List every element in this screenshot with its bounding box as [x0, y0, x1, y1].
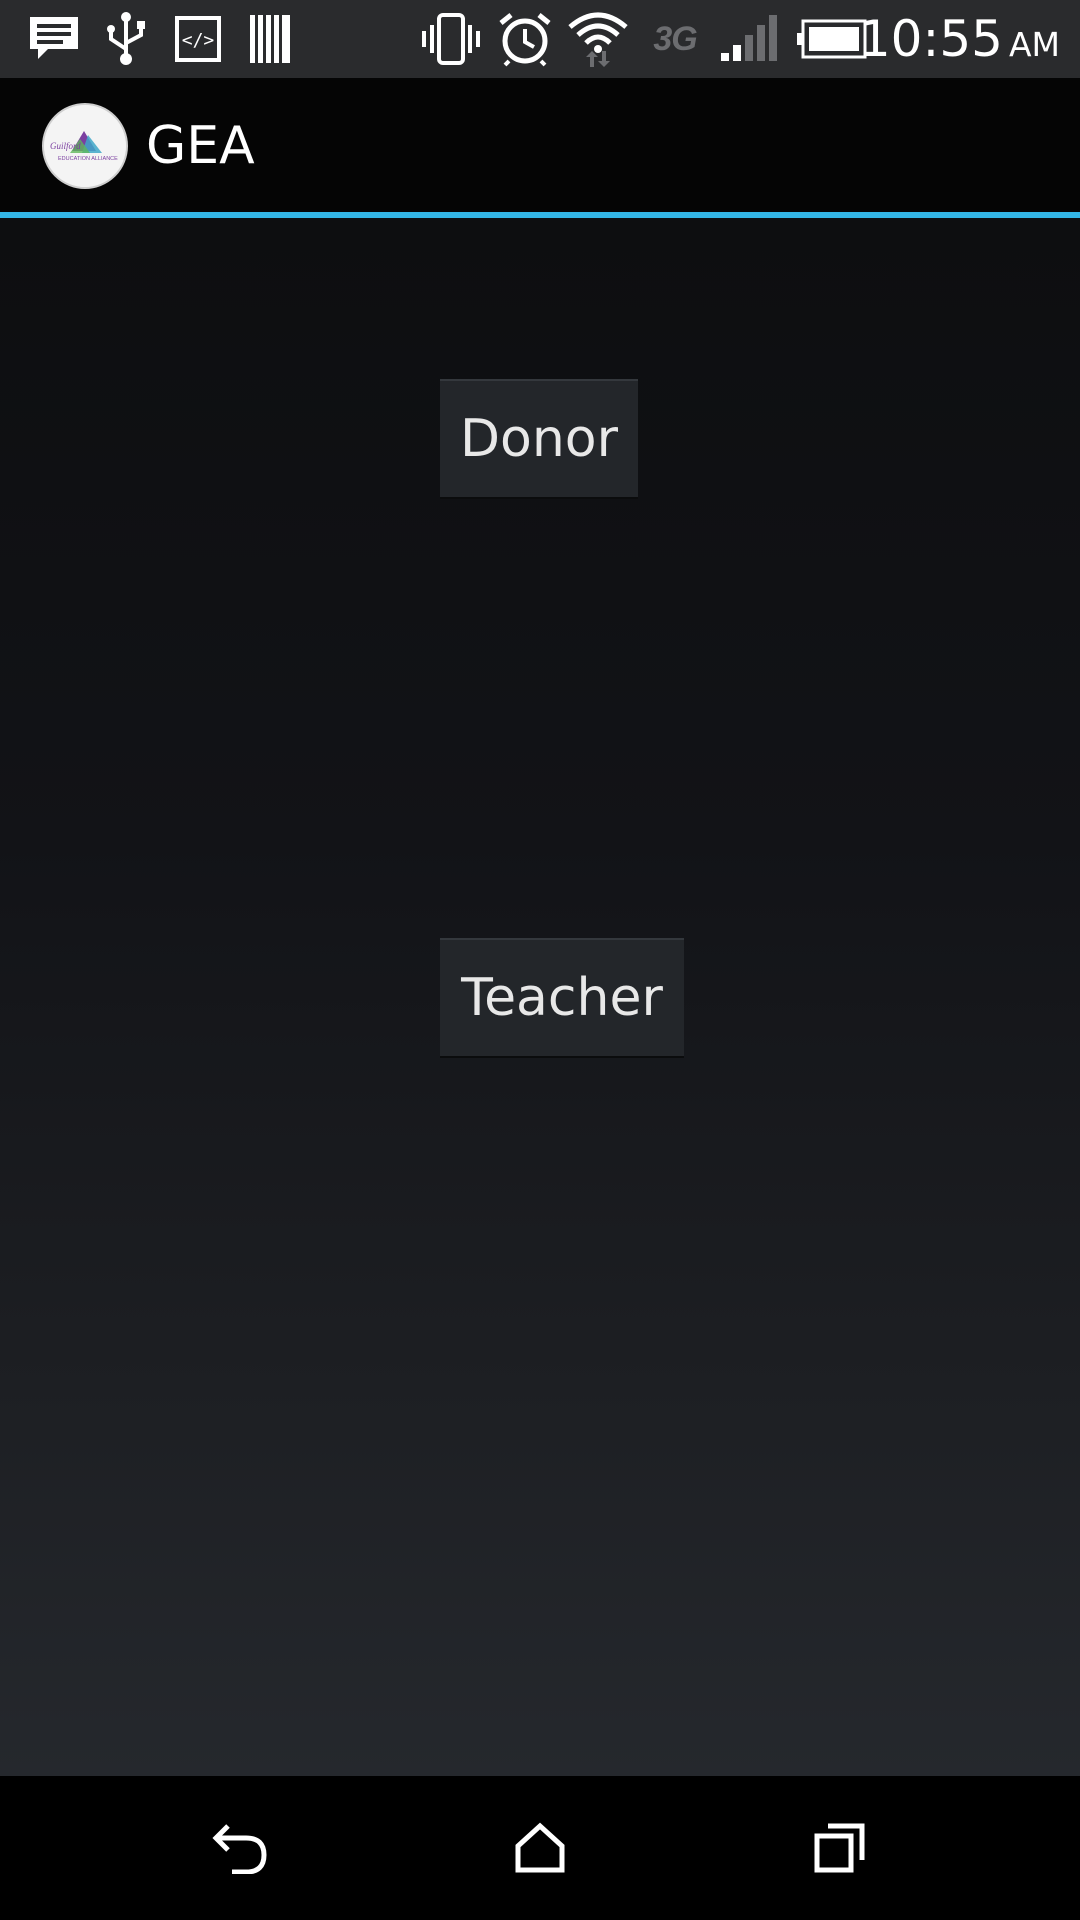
home-button[interactable]	[460, 1776, 620, 1920]
barcode-icon	[244, 0, 296, 78]
action-bar: Guilford EDUCATION ALLIANCE GEA	[0, 78, 1080, 213]
svg-text:EDUCATION ALLIANCE: EDUCATION ALLIANCE	[58, 156, 118, 162]
back-button[interactable]	[160, 1776, 320, 1920]
app-title: GEA	[146, 115, 255, 176]
navigation-bar	[0, 1776, 1080, 1920]
vibrate-icon	[420, 0, 482, 78]
status-ampm: AM	[1008, 24, 1060, 64]
main-content: Donor Teacher	[0, 218, 1080, 1776]
battery-icon	[796, 0, 868, 78]
status-clock: 10:55 AM	[859, 0, 1060, 78]
svg-text:Guilford: Guilford	[50, 141, 81, 151]
recent-apps-icon	[814, 1823, 865, 1873]
alarm-icon	[496, 0, 554, 78]
app-logo[interactable]: Guilford EDUCATION ALLIANCE	[42, 103, 128, 189]
developer-code-icon: </>	[172, 0, 224, 78]
usb-icon	[100, 0, 152, 78]
screen: </> 3G 10:55 AM Guilford EDUCATION ALLIA…	[0, 0, 1080, 1920]
recent-apps-button[interactable]	[760, 1776, 920, 1920]
donor-button[interactable]: Donor	[440, 379, 638, 499]
network-type-label: 3G	[653, 19, 697, 58]
status-time: 10:55	[858, 10, 1003, 68]
wifi-icon	[566, 0, 630, 78]
message-icon	[24, 0, 84, 78]
back-icon	[212, 1824, 267, 1874]
status-bar: </> 3G 10:55 AM	[0, 0, 1080, 78]
svg-text:</>: </>	[182, 30, 215, 51]
teacher-button[interactable]: Teacher	[440, 938, 684, 1058]
home-icon	[515, 1822, 565, 1873]
signal-icon	[718, 0, 778, 78]
